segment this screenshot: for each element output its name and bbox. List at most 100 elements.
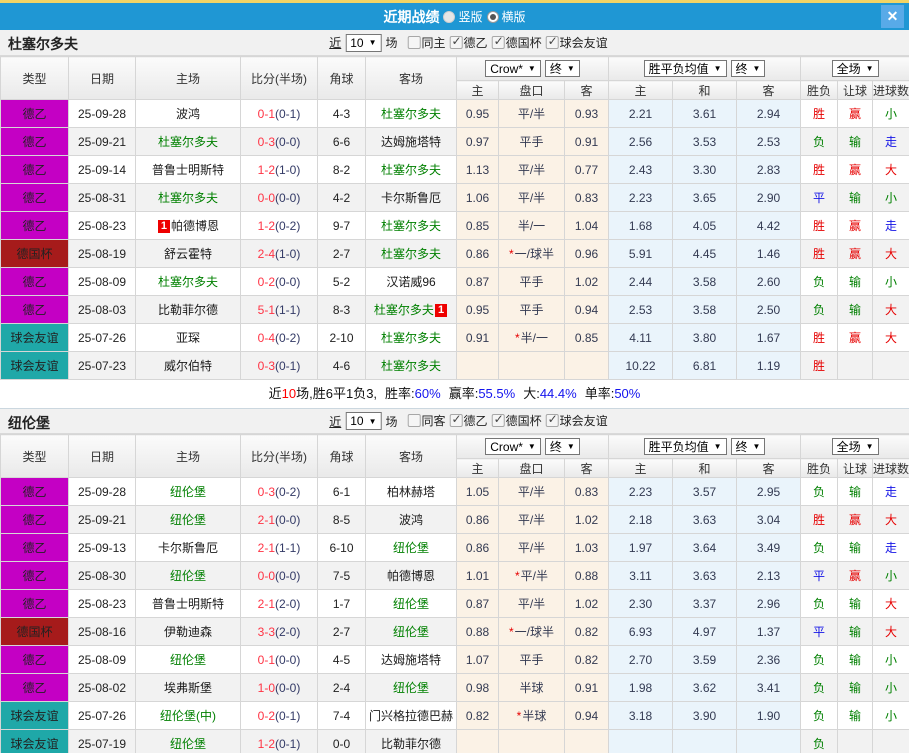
team1-filters: 近 10 场 同主 德乙 德国杯 球会友谊 <box>329 33 608 52</box>
games-count-select[interactable]: 10 <box>345 412 382 430</box>
near-link[interactable]: 近 <box>329 413 341 430</box>
odds-stage-select[interactable]: 终 <box>544 437 580 455</box>
handicap-result-cell: 赢 <box>837 99 874 128</box>
checkbox-icon[interactable] <box>449 34 463 49</box>
mean-draw-cell: 3.63 <box>672 561 738 590</box>
checkbox-icon[interactable] <box>407 35 421 49</box>
scope-select[interactable]: 全场 <box>831 438 879 455</box>
mean-home-cell: 3.11 <box>608 561 674 590</box>
goals-cell: 小 <box>872 99 909 128</box>
match-type-badge: 德乙 <box>0 211 69 240</box>
checkbox-icon[interactable] <box>491 34 505 49</box>
match-type-badge: 球会友谊 <box>0 323 69 352</box>
goals-cell: 大 <box>872 239 909 268</box>
summary-record: 场,胜6平1负3, <box>296 386 378 401</box>
half-score: (1-0) <box>275 246 301 261</box>
mean-stage-select[interactable]: 终 <box>730 438 766 455</box>
scope-select-value: 全场 <box>836 440 861 454</box>
home-team-name: 威尔伯特 <box>163 359 212 373</box>
mean-type-value: 胜平负均值 <box>648 440 709 454</box>
result-cell: 负 <box>800 701 839 730</box>
home-team-cell: 纽伦堡 <box>135 561 241 590</box>
corners-cell: 2-4 <box>317 673 366 702</box>
date-cell: 25-08-31 <box>68 183 136 212</box>
star-marker: * <box>514 331 520 345</box>
mean-home-cell: 2.18 <box>608 505 674 534</box>
mean-type-select[interactable]: 胜平负均值 <box>643 438 727 455</box>
goals-cell: 大 <box>872 617 909 646</box>
home-team-name: 纽伦堡 <box>169 513 206 527</box>
date-cell: 25-08-09 <box>68 267 136 296</box>
mean-home-cell: 2.53 <box>608 295 674 324</box>
full-score: 2-1 <box>257 540 275 555</box>
checkbox-icon[interactable] <box>545 34 559 49</box>
home-odds-cell: 0.85 <box>456 211 499 240</box>
full-score: 0-1 <box>257 106 275 121</box>
summary-stat: 赢率:55.5% <box>449 386 516 401</box>
summary-stat: 单率:50% <box>585 386 641 401</box>
score-cell: 2-1(0-0) <box>240 505 318 534</box>
col-corner: 角球 <box>317 434 366 478</box>
bookmaker-select[interactable]: Crow* <box>485 438 541 456</box>
home-team-name: 杜塞尔多夫 <box>157 275 218 289</box>
score-cell: 2-1(2-0) <box>240 589 318 618</box>
checkbox-icon[interactable] <box>407 414 421 427</box>
handicap-cell: 平/半 <box>498 589 565 618</box>
col-date: 日期 <box>68 56 136 100</box>
date-cell: 25-08-23 <box>68 589 136 618</box>
checkbox-icon[interactable] <box>449 412 463 427</box>
home-odds-cell: 0.95 <box>456 99 499 128</box>
games-count-value: 10 <box>350 35 364 50</box>
away-odds-cell: 0.85 <box>563 323 610 352</box>
handicap-cell <box>498 729 565 753</box>
mean-stage-select[interactable]: 终 <box>730 60 766 77</box>
half-score: (0-0) <box>275 190 301 205</box>
half-score: (1-1) <box>275 540 301 555</box>
near-link[interactable]: 近 <box>329 34 341 51</box>
home-team-name: 比勒菲尔德 <box>157 303 218 317</box>
mean-home-cell: 2.56 <box>608 127 674 156</box>
mean-stage-value: 终 <box>735 62 748 76</box>
star-marker: * <box>508 247 514 261</box>
score-cell: 0-3(0-0) <box>240 127 318 156</box>
score-cell: 0-3(0-2) <box>240 477 318 506</box>
half-score: (0-0) <box>275 274 301 289</box>
odds-stage-select[interactable]: 终 <box>544 59 580 77</box>
away-team-cell: 波鸿 <box>365 505 457 534</box>
score-cell: 5-1(1-1) <box>240 295 318 324</box>
close-button[interactable]: ✕ <box>881 5 904 28</box>
mean-draw-cell: 3.53 <box>672 127 738 156</box>
goals-cell: 小 <box>872 183 909 212</box>
date-cell: 25-08-23 <box>68 211 136 240</box>
mean-draw-cell: 4.45 <box>672 239 738 268</box>
layout-radio-vertical[interactable]: 竖版 <box>443 8 483 25</box>
away-team-name: 杜塞尔多夫 <box>380 107 441 121</box>
match-type-badge: 德乙 <box>0 295 69 324</box>
home-team-cell: 舒云霍特 <box>135 239 241 268</box>
filter-list: 同客 德乙 德国杯 球会友谊 <box>404 412 608 430</box>
result-cell: 平 <box>800 183 839 212</box>
goals-cell: 大 <box>872 505 909 534</box>
checkbox-icon[interactable] <box>545 412 559 427</box>
corners-cell: 6-10 <box>317 533 366 562</box>
layout-radio-horizontal[interactable]: 横版 <box>486 8 526 25</box>
match-row: 德国杯 25-08-19 舒云霍特 2-4(1-0) 2-7 杜塞尔多夫 0.86 *一/球半… <box>0 239 909 268</box>
mean-home-cell: 1.97 <box>608 533 674 562</box>
scope-select[interactable]: 全场 <box>831 60 879 77</box>
mean-home-cell: 2.30 <box>608 589 674 618</box>
bookmaker-select[interactable]: Crow* <box>485 60 541 78</box>
col-mean-draw: 和 <box>672 80 738 100</box>
handicap-cell: 平/半 <box>498 99 565 128</box>
mean-type-select[interactable]: 胜平负均值 <box>643 60 727 77</box>
odds-stage-value: 终 <box>549 439 562 454</box>
col-mean-away: 客 <box>736 80 802 100</box>
home-team-name: 普鲁士明斯特 <box>151 163 224 177</box>
games-count-select[interactable]: 10 <box>345 33 382 52</box>
away-team-cell: 纽伦堡 <box>365 533 457 562</box>
checkbox-icon[interactable] <box>491 412 505 427</box>
col-away: 客场 <box>365 434 457 478</box>
filter-label: 德国杯 <box>505 414 542 428</box>
home-team-cell: 杜塞尔多夫 <box>135 183 241 212</box>
goals-cell: 走 <box>872 211 909 240</box>
summary-stat: 大:44.4% <box>523 386 577 401</box>
